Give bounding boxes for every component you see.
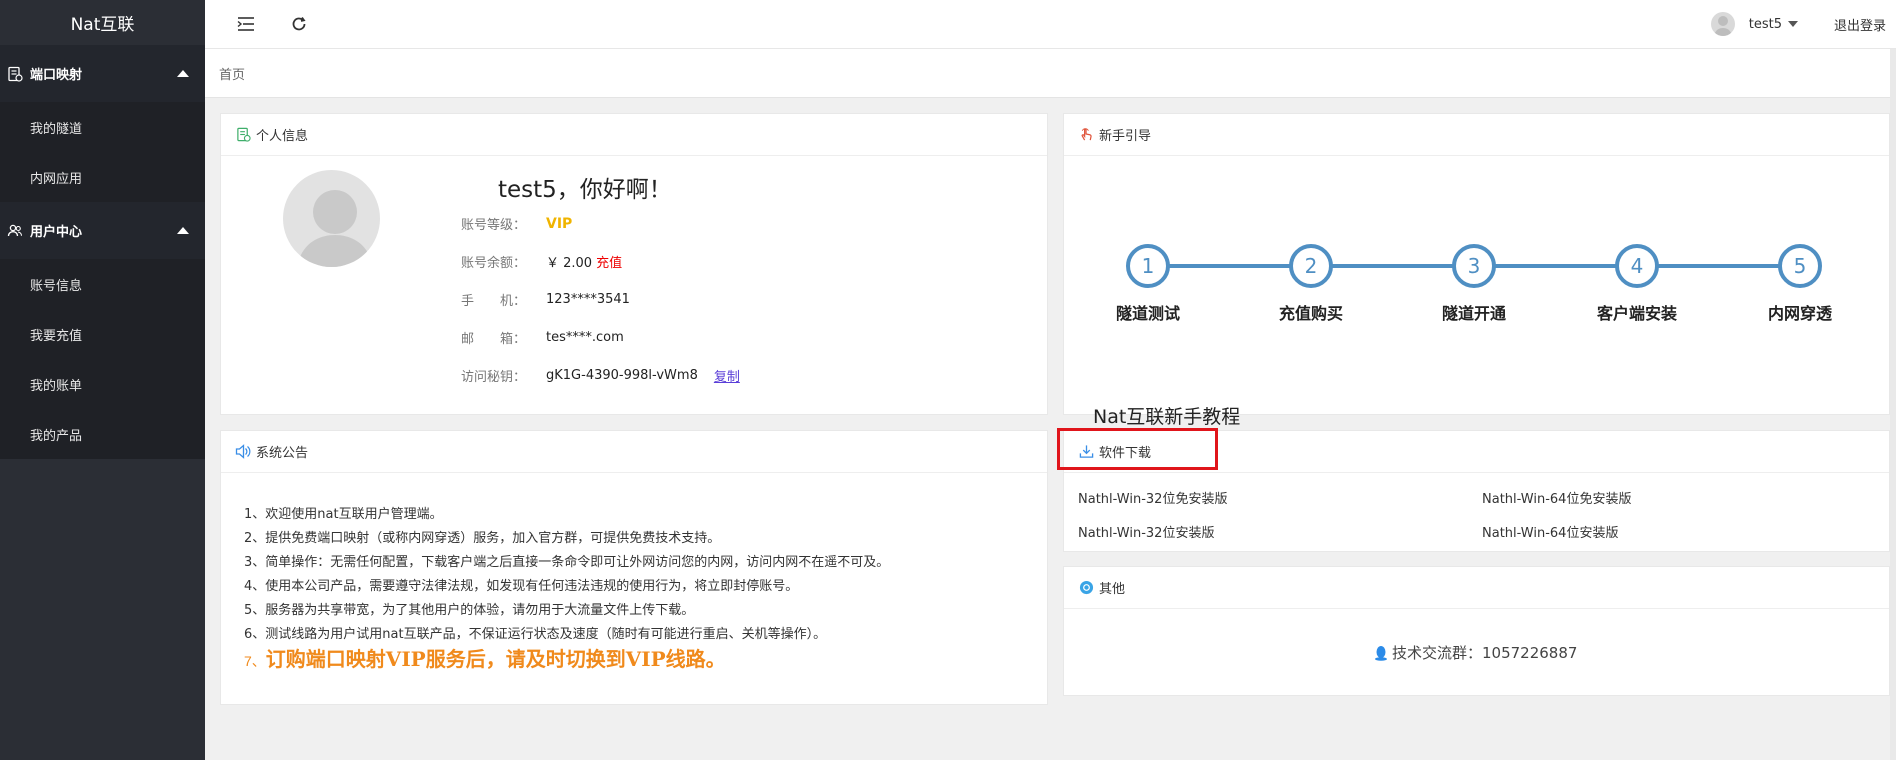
sidebar-group-label: 用户中心 <box>30 225 83 240</box>
other-card: 其他 <box>1063 566 1890 696</box>
email-row: 邮 箱： tes****.com <box>461 328 624 347</box>
user-name: test5 <box>1748 16 1782 32</box>
id-card-icon <box>235 127 251 143</box>
card-title: 其他 <box>1099 582 1126 597</box>
sidebar-item-recharge[interactable]: 我要充值 <box>0 309 205 359</box>
phone-value: 123****3541 <box>546 292 630 307</box>
notice-line-5: 5、服务器为共享带宽，为了其他用户的体验，请勿用于大流量文件上传下载。 <box>244 603 695 618</box>
card-header: 新手引导 <box>1064 114 1889 156</box>
document-list-icon <box>6 65 24 83</box>
notice-highlight-text: 订购端口映射VIP服务后，请及时切换到VIP线路。 <box>265 647 726 671</box>
tutorial-title[interactable]: Nat互联新手教程 <box>1093 402 1240 429</box>
caret-up-icon <box>177 69 189 77</box>
phone-row: 手 机： 123****3541 <box>461 290 630 309</box>
balance-value: ￥ 2.00 <box>546 256 593 271</box>
email-value: tes****.com <box>546 330 624 345</box>
notice-line-2: 2、提供免费端口映射（或称内网穿透）服务，加入官方群，可提供免费技术支持。 <box>244 531 721 546</box>
profile-card: 个人信息 test5，你好啊！ 账号等级： VIP 账号余额： ￥ 2.00 充… <box>220 113 1048 415</box>
sidebar-group-port-mapping[interactable]: 端口映射 <box>0 45 205 102</box>
notice-line-4: 4、使用本公司产品，需要遵守法律法规，如发现有任何违法违规的使用行为，将立即封停… <box>244 579 799 594</box>
step-4-circle[interactable]: 4 <box>1615 244 1659 288</box>
step-progress: 1 2 3 4 5 隧道测试 充值购买 隧道开通 客户端安装 内网穿透 <box>1116 244 1832 334</box>
notice-line-1: 1、欢迎使用nat互联用户管理端。 <box>244 507 443 522</box>
step-1-label: 隧道测试 <box>1115 304 1180 323</box>
sidebar-item-my-products[interactable]: 我的产品 <box>0 409 205 459</box>
info-label: 邮 箱： <box>461 332 527 347</box>
recharge-link[interactable]: 充值 <box>596 252 622 271</box>
qq-group-text: 技术交流群：1057226887 <box>1392 644 1578 662</box>
qq-penguin-icon <box>1374 645 1388 661</box>
vip-badge: VIP <box>546 215 573 232</box>
hand-pointer-icon <box>1078 127 1094 143</box>
card-header: 系统公告 <box>221 431 1047 473</box>
logout-button[interactable]: 退出登录 <box>1834 15 1886 34</box>
info-label: 手 机： <box>461 294 527 309</box>
info-label: 访问秘钥： <box>461 370 527 385</box>
brand-logo[interactable]: Nat互联 <box>0 0 205 45</box>
notice-highlight: 7、订购端口映射VIP服务后，请及时切换到VIP线路。 <box>244 643 726 672</box>
sidebar-group-user-center[interactable]: 用户中心 <box>0 202 205 259</box>
profile-avatar <box>283 170 380 267</box>
caret-down-icon <box>1788 21 1798 27</box>
qq-group-row: 技术交流群：1057226887 <box>1374 642 1577 663</box>
access-key-row: 访问秘钥： gK1G-4390-998l-vWm8 复制 <box>461 366 740 385</box>
download-link-win64-installer[interactable]: Nathl-Win-64位安装版 <box>1482 522 1618 541</box>
step-4-label: 客户端安装 <box>1596 304 1677 323</box>
users-icon <box>6 222 24 240</box>
user-menu[interactable]: test5 <box>1710 11 1798 37</box>
sidebar-item-account-info[interactable]: 账号信息 <box>0 259 205 309</box>
highlight-annotation-box <box>1057 428 1218 470</box>
avatar <box>1710 12 1735 36</box>
breadcrumb: 首页 <box>205 49 1896 98</box>
card-title: 新手引导 <box>1099 129 1152 144</box>
step-5-circle[interactable]: 5 <box>1778 244 1822 288</box>
card-header: 个人信息 <box>221 114 1047 156</box>
notice-line-6: 6、测试线路为用户试用nat互联产品，不保证运行状态及速度（随时有可能进行重启、… <box>244 627 827 642</box>
account-balance-row: 账号余额： ￥ 2.00 充值 <box>461 252 622 271</box>
top-bar: test5 退出登录 <box>205 0 1896 49</box>
info-label: 账号等级： <box>461 218 527 233</box>
download-link-win64-portable[interactable]: Nathl-Win-64位免安装版 <box>1482 488 1631 507</box>
sidebar-item-my-tunnels[interactable]: 我的隧道 <box>0 102 205 152</box>
greeting-text: test5，你好啊！ <box>498 177 672 203</box>
step-2-label: 充值购买 <box>1278 304 1343 323</box>
speaker-icon <box>235 444 251 460</box>
step-1-circle[interactable]: 1 <box>1126 244 1170 288</box>
copy-link[interactable]: 复制 <box>714 366 740 385</box>
refresh-icon[interactable] <box>288 13 310 35</box>
step-3-label: 隧道开通 <box>1441 304 1506 323</box>
step-2-circle[interactable]: 2 <box>1289 244 1333 288</box>
step-3-circle[interactable]: 3 <box>1452 244 1496 288</box>
download-link-win32-portable[interactable]: Nathl-Win-32位免安装版 <box>1078 488 1227 507</box>
account-level-row: 账号等级： VIP <box>461 214 573 234</box>
sidebar: Nat互联 端口映射 我的隧道 内网应用 用户中心 账号信息 我要充值 我的账单… <box>0 0 205 760</box>
sidebar-item-intranet-apps[interactable]: 内网应用 <box>0 152 205 202</box>
sidebar-item-my-bills[interactable]: 我的账单 <box>0 359 205 409</box>
card-title: 系统公告 <box>256 446 309 461</box>
step-5-label: 内网穿透 <box>1767 304 1832 323</box>
menu-toggle-icon[interactable] <box>235 13 257 35</box>
card-title: 个人信息 <box>256 129 309 144</box>
download-link-win32-installer[interactable]: Nathl-Win-32位安装版 <box>1078 522 1214 541</box>
access-key-value: gK1G-4390-998l-vWm8 <box>546 368 698 383</box>
sidebar-group-label: 端口映射 <box>30 68 83 83</box>
breadcrumb-home[interactable]: 首页 <box>219 64 245 83</box>
notice-line-3: 3、简单操作：无需任何配置，下载客户端之后直接一条命令即可让外网访问您的内网，访… <box>244 555 890 570</box>
notice-highlight-prefix: 7、 <box>244 653 266 669</box>
info-label: 账号余额： <box>461 256 527 271</box>
card-header: 其他 <box>1064 567 1889 609</box>
info-circle-icon <box>1078 580 1094 596</box>
guide-card: 新手引导 1 2 3 4 5 隧道测试 充值购买 隧道开通 客户端安装 内网穿透 <box>1063 113 1890 415</box>
caret-up-icon <box>177 226 189 234</box>
scrollbar-track[interactable] <box>1890 49 1896 760</box>
